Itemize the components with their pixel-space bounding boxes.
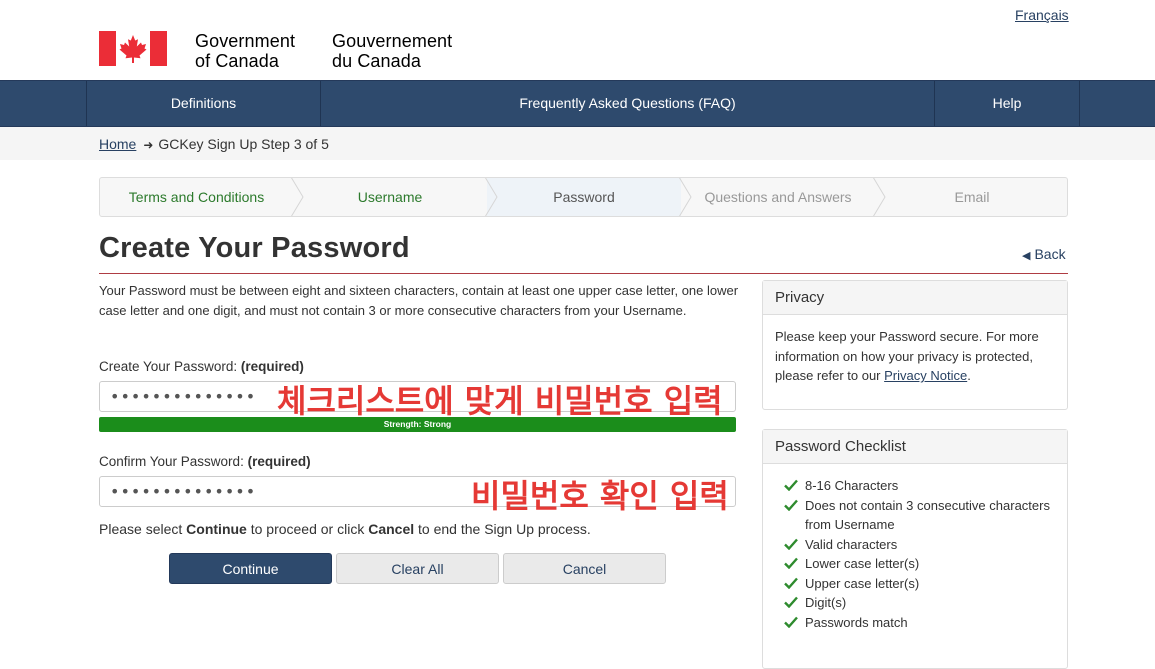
checklist-item: Does not contain 3 consecutive character… [775,496,1055,535]
nav-faq[interactable]: Frequently Asked Questions (FAQ) [320,81,934,126]
title-divider [99,273,1068,274]
checklist-item: Passwords match [775,613,1055,633]
gov-en-line1: Government [195,31,296,51]
annotation-create-password: 체크리스트에 맞게 비밀번호 입력 [277,382,723,420]
breadcrumb-home-link[interactable]: Home [99,136,136,152]
checkmark-icon [784,616,798,628]
password-rules-text: Your Password must be between eight and … [99,283,739,318]
checklist-item-text: Digit(s) [805,595,847,610]
step-separator-chevron-icon [485,178,498,216]
checkmark-icon [784,479,798,491]
government-of-canada-wordmark-en: Government of Canada [195,31,295,71]
checklist-item-text: Passwords match [805,614,908,630]
sign-up-progress-steps: Terms and Conditions Username Password Q… [99,177,1068,217]
checkmark-icon [784,538,798,550]
nav-help[interactable]: Help [934,81,1080,126]
create-password-label-text: Create Your Password: [99,359,238,374]
proceed-cancel-word: Cancel [368,521,415,537]
arrow-right-icon: ➜ [143,138,154,152]
cancel-button[interactable]: Cancel [503,553,666,584]
step-email: Email [954,189,990,205]
privacy-panel-body: Please keep your Password secure. For mo… [763,315,1067,398]
government-of-canada-wordmark-fr: Gouvernement du Canada [332,31,452,71]
step-separator-chevron-icon [679,178,692,216]
checklist-item: Lower case letter(s) [775,554,1055,574]
checklist-item: Digit(s) [775,593,1055,613]
proceed-continue-word: Continue [186,521,247,537]
password-strength-meter: Strength: Strong [99,417,736,432]
proceed-text-2: to proceed or click [246,521,369,537]
checklist-item-text: 8-16 Characters [805,478,899,493]
step-terms: Terms and Conditions [128,189,265,205]
required-marker: (required) [240,359,304,374]
proceed-instructions: Please select Continue to proceed or cli… [99,521,591,537]
confirm-password-label: Confirm Your Password: (required) [99,454,311,469]
back-link[interactable]: ◀ Back [1022,246,1066,262]
annotation-confirm-password: 비밀번호 확인 입력 [471,477,729,515]
step-separator-chevron-icon [291,178,304,216]
checklist: 8-16 Characters Does not contain 3 conse… [775,476,1055,632]
main-navigation: Definitions Frequently Asked Questions (… [0,80,1155,127]
checkmark-icon [784,596,798,608]
step-questions: Questions and Answers [704,189,852,205]
checkmark-icon [784,557,798,569]
proceed-text-3: to end the Sign Up process. [414,521,591,537]
privacy-text-end: . [967,368,971,383]
checklist-panel-title: Password Checklist [763,430,1067,464]
checkmark-icon [784,499,798,511]
confirm-password-label-text: Confirm Your Password: [99,454,244,469]
continue-button[interactable]: Continue [169,553,332,584]
breadcrumb-current: GCKey Sign Up Step 3 of 5 [158,136,329,152]
privacy-panel: Privacy Please keep your Password secure… [762,280,1068,410]
checklist-item: Upper case letter(s) [775,574,1055,594]
canada-flag-icon [99,31,167,66]
clear-all-button[interactable]: Clear All [336,553,499,584]
page-title: Create Your Password [99,232,410,264]
password-checklist-panel: Password Checklist 8-16 Characters Does … [762,429,1068,669]
required-marker: (required) [247,454,311,469]
checklist-item-text: Does not contain 3 consecutive character… [805,497,1050,533]
gov-en-line2: of Canada [195,51,279,71]
language-toggle-link[interactable]: Français [1015,7,1069,23]
gov-fr-line2: du Canada [332,51,421,71]
checklist-item-text: Valid characters [805,536,898,552]
checklist-panel-body: 8-16 Characters Does not contain 3 conse… [763,464,1067,644]
checkmark-icon [784,577,798,589]
create-password-label: Create Your Password: (required) [99,359,304,374]
privacy-notice-link[interactable]: Privacy Notice [884,368,967,383]
checklist-item: 8-16 Characters [775,476,1055,496]
checklist-item-text: Lower case letter(s) [805,556,920,571]
nav-definitions[interactable]: Definitions [86,81,320,126]
proceed-text-1: Please select [99,521,187,537]
checklist-item-text: Upper case letter(s) [805,575,920,591]
checklist-item: Valid characters [775,535,1055,555]
back-label: Back [1034,246,1066,262]
breadcrumb: Home ➜ GCKey Sign Up Step 3 of 5 [99,136,329,152]
step-password: Password [487,178,681,216]
privacy-panel-title: Privacy [763,281,1067,315]
arrow-left-icon: ◀ [1022,250,1031,262]
step-separator-chevron-icon [873,178,886,216]
step-username: Username [357,189,423,205]
gov-fr-line1: Gouvernement [332,31,453,51]
